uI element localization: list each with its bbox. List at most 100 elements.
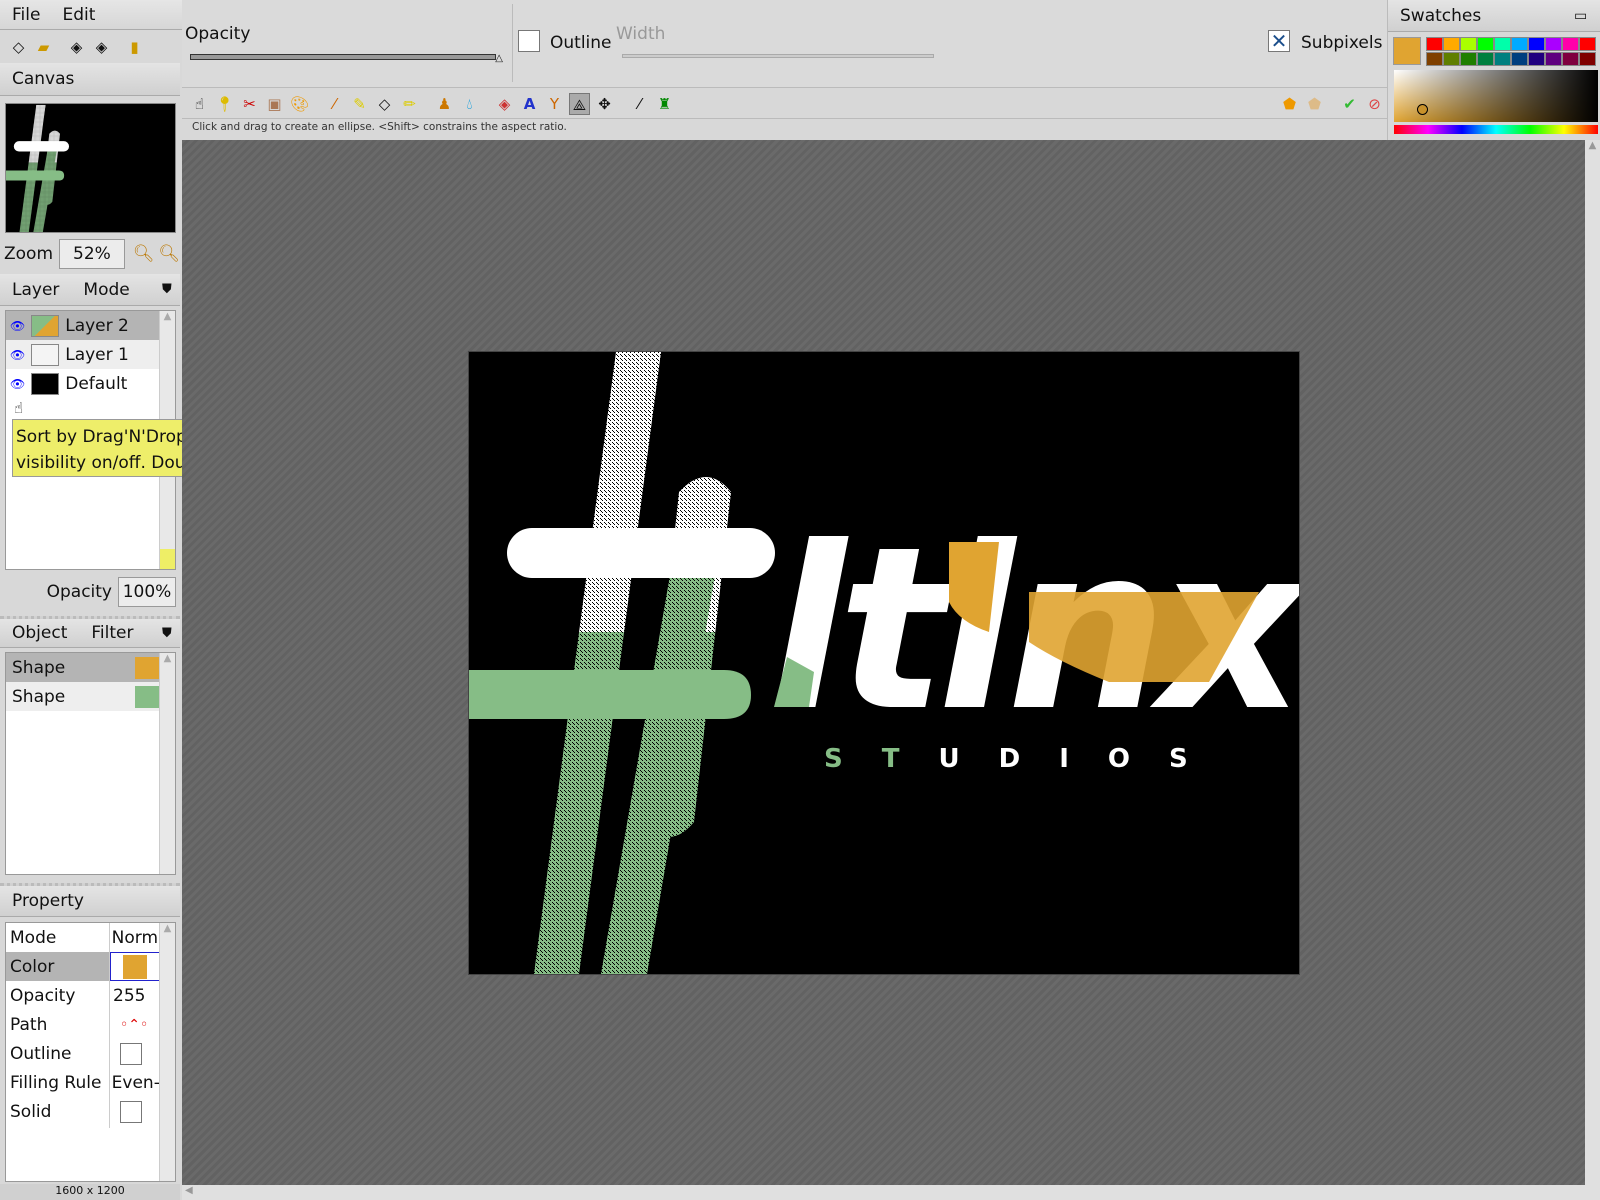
- hint-text: Click and drag to create an ellipse. <Sh…: [192, 121, 567, 133]
- opacity-slider[interactable]: △: [190, 53, 503, 64]
- scissors-tool-icon[interactable]: ✂: [239, 93, 260, 115]
- property-row-opacity[interactable]: Opacity 255: [6, 981, 161, 1010]
- shape-tool-icon[interactable]: ⟁: [569, 92, 590, 115]
- transform-tool-icon[interactable]: ✥: [594, 93, 615, 115]
- swatch-color[interactable]: [1460, 37, 1477, 51]
- layer-row[interactable]: 👁︎ Default: [6, 369, 161, 398]
- drop-tool-icon[interactable]: 💧︎: [459, 93, 480, 115]
- swatch-color[interactable]: [1528, 37, 1545, 51]
- save-icon[interactable]: ◈: [66, 36, 87, 58]
- property-row-color[interactable]: Color: [6, 952, 161, 981]
- image-canvas[interactable]: ltlnx STUDIOS: [468, 351, 1318, 975]
- property-row-solid[interactable]: Solid: [6, 1097, 161, 1126]
- marker-tool-icon[interactable]: ✏: [399, 93, 420, 115]
- tab-layer[interactable]: Layer: [12, 280, 59, 300]
- tab-mode[interactable]: Mode: [83, 280, 129, 300]
- swatch-color[interactable]: [1545, 37, 1562, 51]
- property-row-outline[interactable]: Outline: [6, 1039, 161, 1068]
- filling-rule-select[interactable]: Even-: [112, 1073, 161, 1093]
- eraser-tool-icon[interactable]: ◇: [374, 93, 395, 115]
- folder-icon[interactable]: ▭: [1574, 8, 1600, 24]
- width-slider[interactable]: [622, 54, 934, 58]
- swatch-color[interactable]: [1426, 52, 1443, 66]
- object-color-swatch: [135, 656, 161, 679]
- canvas-thumbnail[interactable]: [5, 103, 176, 233]
- lower-icon[interactable]: ⬟: [1304, 93, 1325, 115]
- canvas-area[interactable]: ltlnx STUDIOS: [182, 140, 1585, 1185]
- fill-tool-icon[interactable]: ◈: [494, 93, 515, 115]
- tab-filter[interactable]: Filter: [91, 623, 133, 643]
- new-file-icon[interactable]: ◇: [8, 36, 29, 58]
- path-icon[interactable]: ◦⌃◦: [120, 1017, 148, 1033]
- raise-icon[interactable]: ⬟: [1279, 93, 1300, 115]
- palette-tool-icon[interactable]: 🎨︎: [289, 93, 310, 115]
- swatch-color[interactable]: [1477, 52, 1494, 66]
- swatch-color[interactable]: [1511, 52, 1528, 66]
- apply-check-icon[interactable]: ✔: [1339, 93, 1360, 115]
- outline-checkbox[interactable]: [120, 1042, 142, 1065]
- color-gradient-picker[interactable]: [1394, 70, 1598, 122]
- swatch-color[interactable]: [1579, 52, 1596, 66]
- swatch-color[interactable]: [1562, 52, 1579, 66]
- eye-icon[interactable]: 👁︎: [10, 319, 25, 333]
- cancel-icon[interactable]: ⊘: [1364, 93, 1385, 115]
- hue-slider[interactable]: [1394, 125, 1598, 134]
- pencil-tool-icon[interactable]: ✎: [349, 93, 370, 115]
- menu-edit[interactable]: Edit: [62, 5, 95, 25]
- property-row-mode[interactable]: Mode Norm: [6, 923, 161, 952]
- swatch-color[interactable]: [1562, 37, 1579, 51]
- save-as-icon[interactable]: ◈: [91, 36, 112, 58]
- open-file-icon[interactable]: ▰: [33, 36, 54, 58]
- swatch-color[interactable]: [1494, 37, 1511, 51]
- opacity-value[interactable]: 255: [113, 986, 145, 1006]
- bottle-tool-icon[interactable]: ♜: [654, 93, 675, 115]
- swatch-color[interactable]: [1511, 37, 1528, 51]
- swatch-color[interactable]: [1477, 37, 1494, 51]
- menu-file[interactable]: File: [12, 5, 40, 25]
- swatch-color[interactable]: [1528, 52, 1545, 66]
- object-row[interactable]: Shape: [6, 682, 161, 711]
- color-picker-handle[interactable]: [1417, 104, 1428, 115]
- pin-tool-icon[interactable]: 📍︎: [214, 93, 235, 115]
- layer-row[interactable]: 👁︎ Layer 1: [6, 340, 161, 369]
- eyedropper-tool-icon[interactable]: ⁄: [629, 93, 650, 115]
- open-folder-icon[interactable]: ▮: [124, 36, 145, 58]
- eye-icon[interactable]: 👁︎: [10, 348, 25, 362]
- zoom-out-icon[interactable]: 🔍︎: [133, 244, 155, 264]
- brush-tool-icon[interactable]: ⁄: [324, 93, 345, 115]
- slider-handle[interactable]: △: [495, 53, 503, 64]
- tab-object[interactable]: Object: [12, 623, 67, 643]
- color-picker[interactable]: [109, 952, 161, 981]
- stamp-tool-icon[interactable]: ♟: [434, 93, 455, 115]
- object-row[interactable]: Shape: [6, 653, 161, 682]
- text-tool-icon[interactable]: A: [519, 93, 540, 115]
- zoom-input[interactable]: 52%: [59, 239, 125, 269]
- mode-select[interactable]: Norm: [112, 928, 161, 948]
- swatch-color[interactable]: [1426, 37, 1443, 51]
- property-row-path[interactable]: Path ◦⌃◦: [6, 1010, 161, 1039]
- horizontal-scrollbar[interactable]: ◀: [182, 1185, 1600, 1200]
- current-color[interactable]: [1393, 37, 1421, 65]
- layer-opacity-input[interactable]: 100%: [118, 577, 176, 607]
- swatch-color[interactable]: [1460, 52, 1477, 66]
- subpixels-checkbox[interactable]: ✕: [1268, 30, 1290, 52]
- swatch-color[interactable]: [1545, 52, 1562, 66]
- box-tool-icon[interactable]: ▣: [264, 93, 285, 115]
- swatch-color[interactable]: [1443, 52, 1460, 66]
- trash-icon[interactable]: ⛊: [162, 626, 180, 641]
- property-row-filling-rule[interactable]: Filling Rule Even-: [6, 1068, 161, 1097]
- eye-icon[interactable]: 👁︎: [10, 377, 25, 391]
- branch-tool-icon[interactable]: Y: [544, 93, 565, 115]
- solid-checkbox[interactable]: [120, 1100, 142, 1123]
- layer-row[interactable]: 👁︎ Layer 2: [6, 311, 161, 340]
- swatch-color[interactable]: [1443, 37, 1460, 51]
- property-scrollbar[interactable]: ▲: [159, 923, 175, 1181]
- object-list-scrollbar[interactable]: ▲: [159, 653, 175, 874]
- hand-tool-icon[interactable]: ☝: [189, 93, 210, 115]
- swatch-color[interactable]: [1579, 37, 1596, 51]
- trash-icon[interactable]: ⛊: [162, 282, 180, 297]
- swatch-color[interactable]: [1494, 52, 1511, 66]
- zoom-in-icon[interactable]: 🔍︎: [158, 244, 180, 264]
- vertical-scrollbar[interactable]: ▲: [1585, 140, 1600, 1185]
- outline-checkbox[interactable]: [518, 30, 540, 52]
